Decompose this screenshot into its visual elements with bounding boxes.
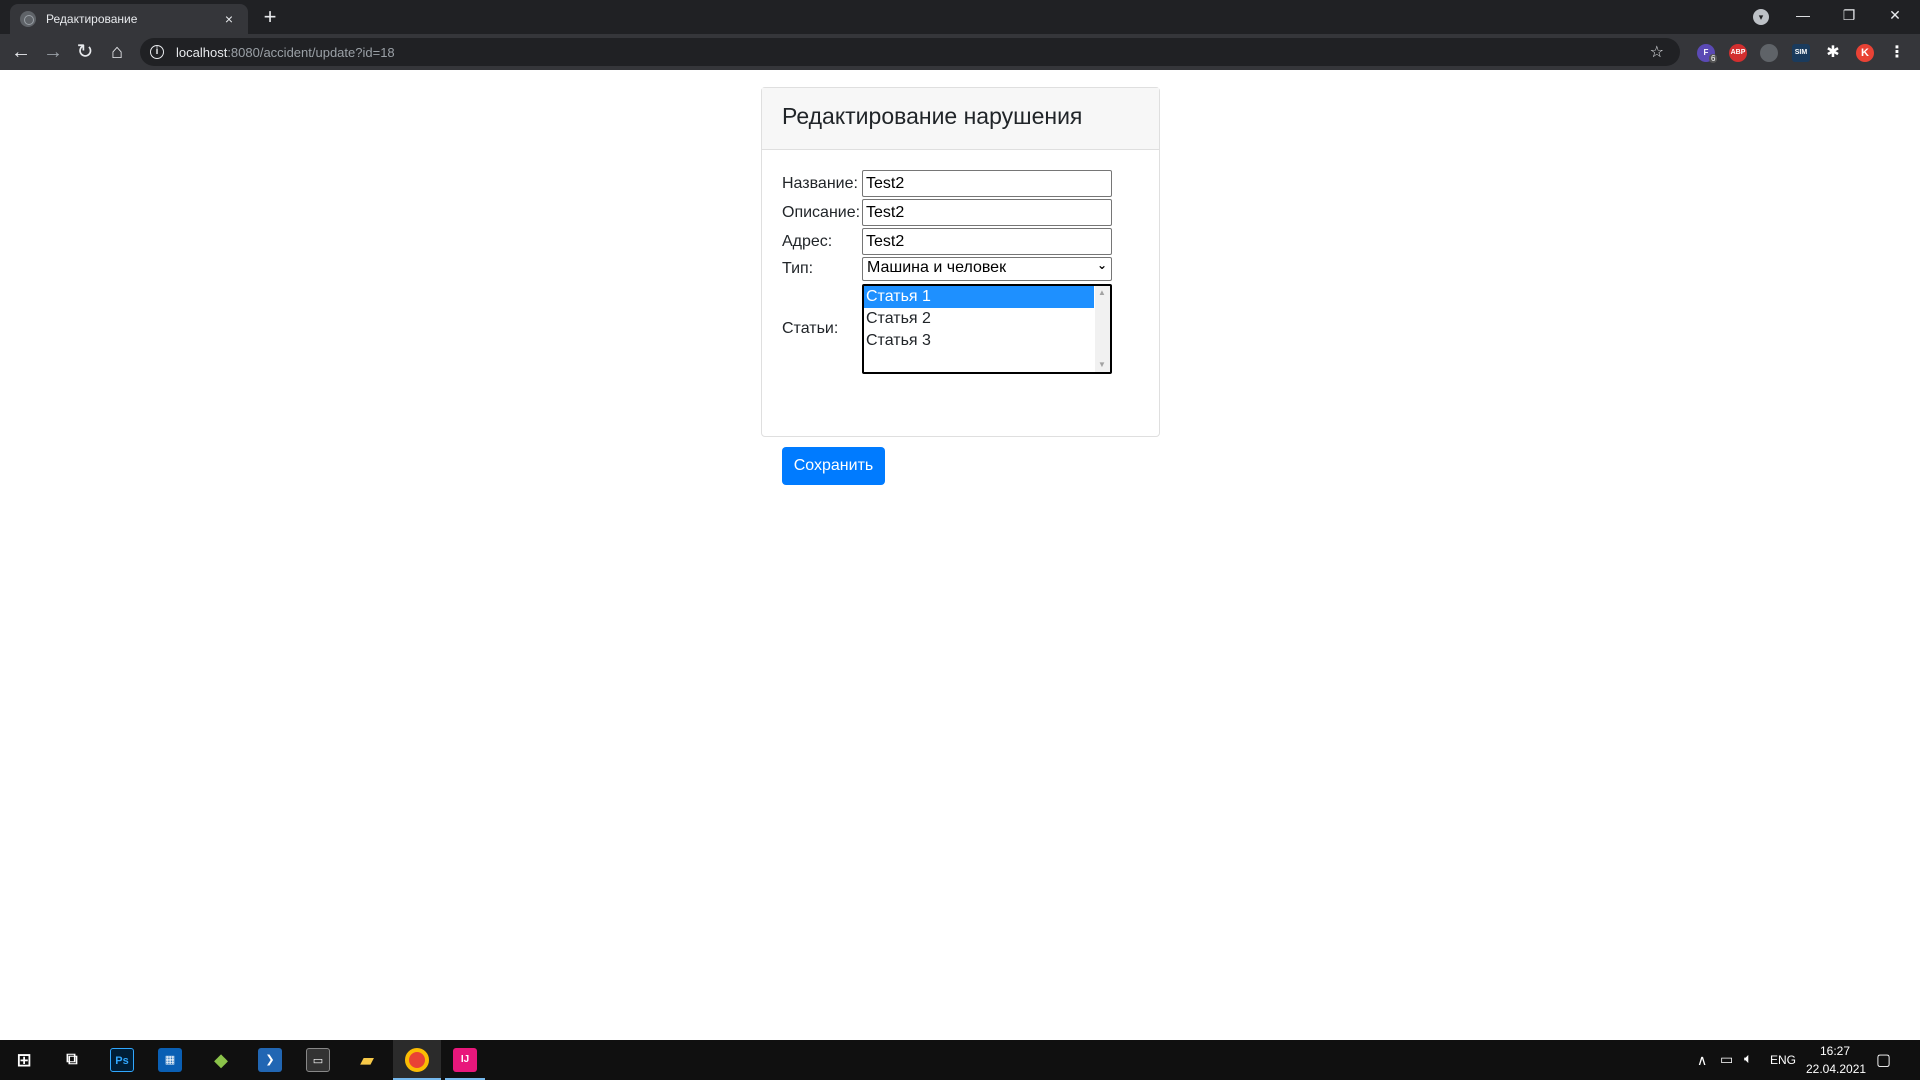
name-label: Название: [782,174,858,192]
task-view-icon[interactable]: ⧉ [60,1048,84,1072]
address-input[interactable] [862,228,1112,255]
url-host: localhost [176,44,228,60]
type-select[interactable]: Машина и человек ⌄ [862,257,1112,281]
save-button[interactable]: Сохранить [782,447,885,485]
article-option-3[interactable]: Статья 3 [864,330,1094,352]
language-indicator[interactable]: ENG [1770,1053,1796,1067]
address-row: Адрес: [782,228,1112,255]
avatar[interactable]: K [1856,44,1874,62]
arduino-icon[interactable]: ▦ [158,1048,182,1072]
clock-date[interactable]: 22.04.2021 [1806,1062,1866,1076]
url-path: :8080/accident/update?id=18 [227,44,395,60]
network-icon[interactable]: ▭ [1720,1051,1733,1068]
reload-icon[interactable]: ↻ [70,37,100,67]
tray-chevron-icon[interactable]: ∧ [1697,1052,1707,1069]
extension-badge: 6 [1709,54,1718,63]
forward-icon[interactable]: → [38,37,68,67]
browser-toolbar: ← → ↻ ⌂ i localhost:8080/accident/update… [0,34,1920,70]
close-tab-icon[interactable]: × [220,11,238,27]
clock-time[interactable]: 16:27 [1820,1044,1850,1058]
gitkraken-icon[interactable]: ◆ [209,1048,233,1072]
scroll-down-icon[interactable]: ▼ [1098,360,1106,369]
tab-title: Редактирование [46,12,138,26]
name-row: Название: [782,170,1112,197]
tab-search-icon[interactable]: ▾ [1753,9,1769,25]
scroll-up-icon[interactable]: ▲ [1098,288,1106,297]
notifications-icon[interactable]: ▢ [1876,1050,1891,1070]
powershell-icon[interactable]: ❯ [258,1048,282,1072]
article-option-2[interactable]: Статья 2 [864,308,1094,330]
photoshop-icon[interactable]: Ps [110,1048,134,1072]
browser-tabstrip: Редактирование × + ▾ — ❐ ✕ [0,0,1920,34]
page-title: Редактирование нарушения [782,103,1083,129]
terminal-icon[interactable]: ▭ [306,1048,330,1072]
globe-icon [20,11,36,27]
description-input[interactable] [862,199,1112,226]
articles-label: Статьи: [782,320,839,337]
chrome-icon[interactable] [405,1048,429,1072]
close-window-icon[interactable]: ✕ [1872,0,1918,30]
back-icon[interactable]: ← [6,37,36,67]
address-bar[interactable]: i localhost:8080/accident/update?id=18 ☆ [140,38,1680,66]
description-label: Описание: [782,203,861,221]
articles-listbox[interactable]: Статья 1 Статья 2 Статья 3 ▲ ▼ [862,284,1112,374]
windows-start-icon[interactable]: ⊞ [12,1048,36,1072]
sim-extension-icon[interactable]: SIM [1792,44,1810,62]
listbox-scrollbar[interactable]: ▲ ▼ [1095,286,1110,372]
edit-card: Редактирование нарушения Название: Описа… [761,87,1160,485]
volume-icon[interactable]: 🔈︎ [1744,1050,1752,1067]
file-explorer-icon[interactable]: ▰ [355,1048,379,1072]
intellij-icon[interactable]: IJ [453,1048,477,1072]
article-option-1[interactable]: Статья 1 [864,286,1094,308]
description-row: Описание: [782,199,1112,226]
adblock-icon[interactable]: ABP [1729,44,1747,62]
menu-icon[interactable]: ⋮ [1888,44,1906,62]
bookmark-star-icon[interactable]: ☆ [1650,42,1664,62]
name-input[interactable] [862,170,1112,197]
type-row: Тип: Машина и человек ⌄ [782,257,1112,281]
address-label: Адрес: [782,232,833,250]
type-selected-value: Машина и человек [867,259,1007,276]
puzzle-icon[interactable]: ✱ [1824,44,1842,62]
restore-icon[interactable]: ❐ [1826,0,1872,30]
chevron-down-icon: ⌄ [1096,258,1107,272]
articles-row: Статьи: Статья 1 Статья 2 Статья 3 ▲ ▼ [782,284,1112,374]
minimize-icon[interactable]: — [1780,0,1826,30]
type-label: Тип: [782,260,814,277]
card-header: Редактирование нарушения [762,88,1159,150]
home-icon[interactable]: ⌂ [102,37,132,67]
card-body: Название: Описание: Адрес: Тип: Машина и… [762,150,1159,485]
globe-extension-icon[interactable] [1760,44,1778,62]
new-tab-button[interactable]: + [256,4,284,30]
browser-tab[interactable]: Редактирование × [10,4,248,34]
taskbar: ⊞ ⧉ Ps ▦ ◆ ❯ ▭ ▰ IJ ∧ ▭ 🔈︎ ENG 16:27 22.… [0,1040,1920,1080]
info-icon[interactable]: i [150,45,164,59]
